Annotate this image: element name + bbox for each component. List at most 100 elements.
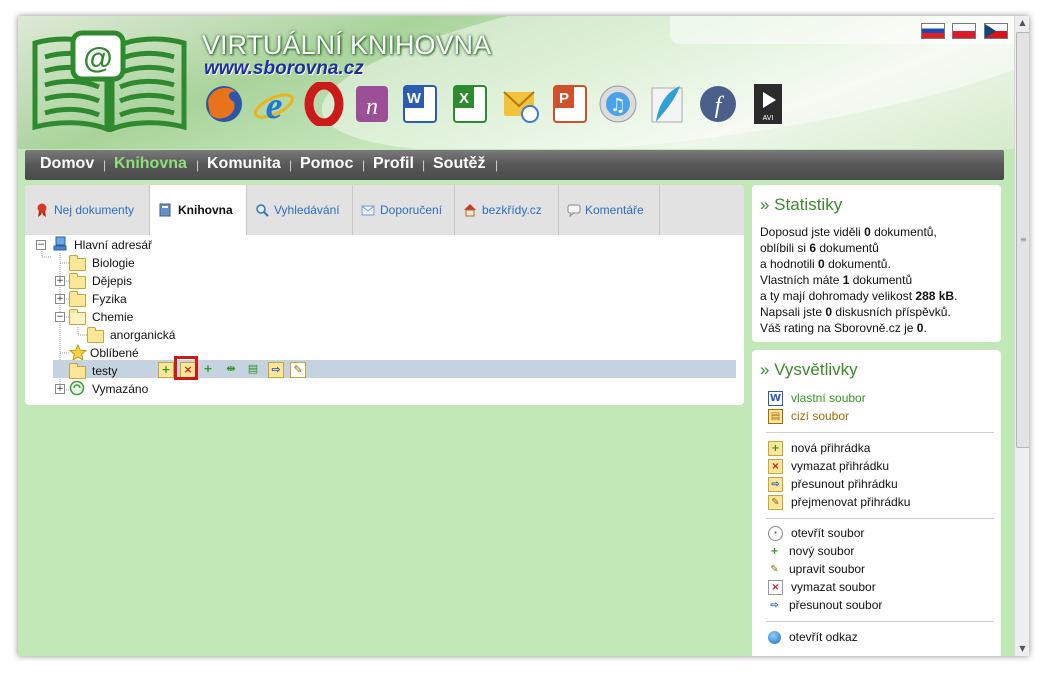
language-flags xyxy=(921,23,1011,41)
tab-bar: Nej dokumenty Knihovna Vyhledávání Dopor… xyxy=(25,185,744,235)
legend-item: ▤ cizí soubor xyxy=(768,408,849,425)
collapse-icon[interactable]: − xyxy=(55,312,65,322)
stat-line: Napsali jste 0 diskusních příspěvků. xyxy=(760,305,951,319)
slovak-flag-icon[interactable] xyxy=(921,23,945,39)
legend-item: + nová přihrádka xyxy=(768,440,870,457)
svg-text:W: W xyxy=(407,90,422,107)
grip-icon: ≡ xyxy=(1020,235,1027,244)
nav-separator: | xyxy=(289,158,293,172)
polish-flag-icon[interactable] xyxy=(952,23,977,39)
nav-komunita[interactable]: Komunita xyxy=(207,155,281,173)
rename-icon[interactable]: ✎ xyxy=(290,362,306,378)
nav-soutez[interactable]: Soutěž xyxy=(433,155,485,173)
feather-icon[interactable] xyxy=(648,82,688,126)
tab-komentare[interactable]: Komentáře xyxy=(559,185,660,235)
tab-nej-dokumenty[interactable]: Nej dokumenty xyxy=(25,185,150,235)
book-icon xyxy=(159,203,171,217)
legend-item: Wvlastní soubor xyxy=(768,391,866,407)
nav-domov[interactable]: Domov xyxy=(40,155,94,173)
folder-icon xyxy=(69,255,86,271)
stat-line: a ty mají dohromady velikost 288 kB. xyxy=(760,289,958,303)
nav-separator: | xyxy=(362,158,366,172)
ribbon-icon xyxy=(37,203,47,217)
divider xyxy=(766,518,994,519)
excel-icon[interactable]: X xyxy=(450,82,490,126)
library-panel: Nej dokumenty Knihovna Vyhledávání Dopor… xyxy=(25,185,744,405)
move-icon[interactable]: ⇹ xyxy=(224,362,238,376)
move-folder-icon: ⇨ xyxy=(768,477,783,493)
firefox-icon[interactable] xyxy=(204,82,244,126)
expand-icon[interactable]: + xyxy=(55,384,65,394)
edit-file-icon[interactable]: ▤ xyxy=(246,362,260,376)
folder-icon xyxy=(87,327,104,343)
legend-title: » Vysvětlivky xyxy=(760,360,858,379)
svg-text:n: n xyxy=(366,94,378,120)
word-icon[interactable]: W xyxy=(400,82,440,126)
nav-separator: | xyxy=(103,158,107,172)
scrollbar-thumb[interactable]: ≡ xyxy=(1016,32,1029,448)
tab-label: Vyhledávání xyxy=(274,203,340,217)
legend-item: × vymazat přihrádku xyxy=(768,458,889,475)
svg-text:P: P xyxy=(559,90,569,107)
tree-folder-label: Chemie xyxy=(92,310,134,324)
new-file-icon: + xyxy=(770,546,779,558)
tab-doporuceni[interactable]: Doporučení xyxy=(353,185,455,235)
new-file-icon[interactable]: + xyxy=(201,362,215,376)
envelope-icon xyxy=(361,205,375,216)
browser-viewport: @ VIRTUÁLNÍ KNIHOVNA www.sborovna.cz e n… xyxy=(18,16,1029,656)
house-icon xyxy=(464,204,476,217)
tab-label: Knihovna xyxy=(178,203,233,217)
tree-folder-label: Vymazáno xyxy=(92,382,149,396)
powerpoint-icon[interactable]: P xyxy=(550,82,590,126)
nav-pomoc[interactable]: Pomoc xyxy=(300,155,353,173)
legend-item: ✎ přejmenovat přihrádku xyxy=(768,494,910,511)
stat-line: Váš rating na Sborovně.cz je 0. xyxy=(760,321,927,335)
edit-file-icon: ✎ xyxy=(770,564,779,576)
legend-item: ✎ upravit soubor xyxy=(768,561,865,577)
scroll-down-arrow-icon[interactable]: ▼ xyxy=(1015,642,1029,656)
delete-folder-icon: × xyxy=(768,459,783,475)
book-logo-icon[interactable]: @ xyxy=(27,27,192,132)
new-folder-icon: + xyxy=(768,441,783,457)
legend-item: × vymazat soubor xyxy=(768,579,876,596)
outlook-icon[interactable] xyxy=(500,82,540,126)
tab-vyhledavani[interactable]: Vyhledávání xyxy=(247,185,353,235)
tab-bezkridy[interactable]: bezkřídy.cz xyxy=(455,185,559,235)
site-url[interactable]: www.sborovna.cz xyxy=(204,58,364,80)
onenote-icon[interactable]: n xyxy=(352,82,392,126)
scroll-up-arrow-icon[interactable]: ▲ xyxy=(1015,16,1029,30)
site-header: @ VIRTUÁLNÍ KNIHOVNA www.sborovna.cz e n… xyxy=(18,16,1014,149)
nav-profil[interactable]: Profil xyxy=(373,155,414,173)
avi-video-icon[interactable]: AVI xyxy=(748,82,788,126)
stat-line: oblíbili si 6 dokumentů xyxy=(760,241,879,255)
main-navigation: Domov | Knihovna | Komunita | Pomoc | Pr… xyxy=(25,150,1004,180)
folder-icon xyxy=(69,363,86,379)
move-file-icon: ⇨ xyxy=(770,600,779,612)
tab-knihovna[interactable]: Knihovna xyxy=(150,185,247,235)
internet-explorer-icon[interactable]: e xyxy=(254,82,294,126)
star-icon xyxy=(69,344,87,361)
czech-flag-icon[interactable] xyxy=(983,23,1008,39)
expand-icon[interactable]: + xyxy=(55,276,65,286)
highlight-box xyxy=(174,356,198,380)
svg-text:e: e xyxy=(266,85,283,126)
opera-icon[interactable] xyxy=(304,82,344,126)
expand-icon[interactable]: + xyxy=(55,294,65,304)
vertical-scrollbar[interactable]: ▲ ≡ ▼ xyxy=(1014,16,1029,656)
delete-file-icon: × xyxy=(768,580,783,596)
tree-folder-label: Biologie xyxy=(92,256,135,270)
nav-knihovna[interactable]: Knihovna xyxy=(114,155,187,173)
new-folder-icon[interactable]: + xyxy=(158,362,174,378)
globe-icon xyxy=(768,631,781,645)
itunes-icon[interactable]: ♫ xyxy=(598,82,638,126)
tree-folder-label: anorganická xyxy=(110,328,176,342)
flash-icon[interactable]: f xyxy=(698,82,738,126)
legend-panel: » Vysvětlivky Wvlastní soubor ▤ cizí soub… xyxy=(752,350,1001,656)
move-folder-icon[interactable]: ⇨ xyxy=(268,362,284,378)
open-file-icon: · xyxy=(768,526,783,542)
collapse-icon[interactable]: − xyxy=(36,240,46,250)
svg-text:AVI: AVI xyxy=(763,115,774,122)
svg-text:@: @ xyxy=(83,42,112,75)
folder-tree: − Hlavní adresář Biologie + Dějepis + Fy… xyxy=(25,235,744,405)
tab-label: bezkřídy.cz xyxy=(482,203,542,217)
